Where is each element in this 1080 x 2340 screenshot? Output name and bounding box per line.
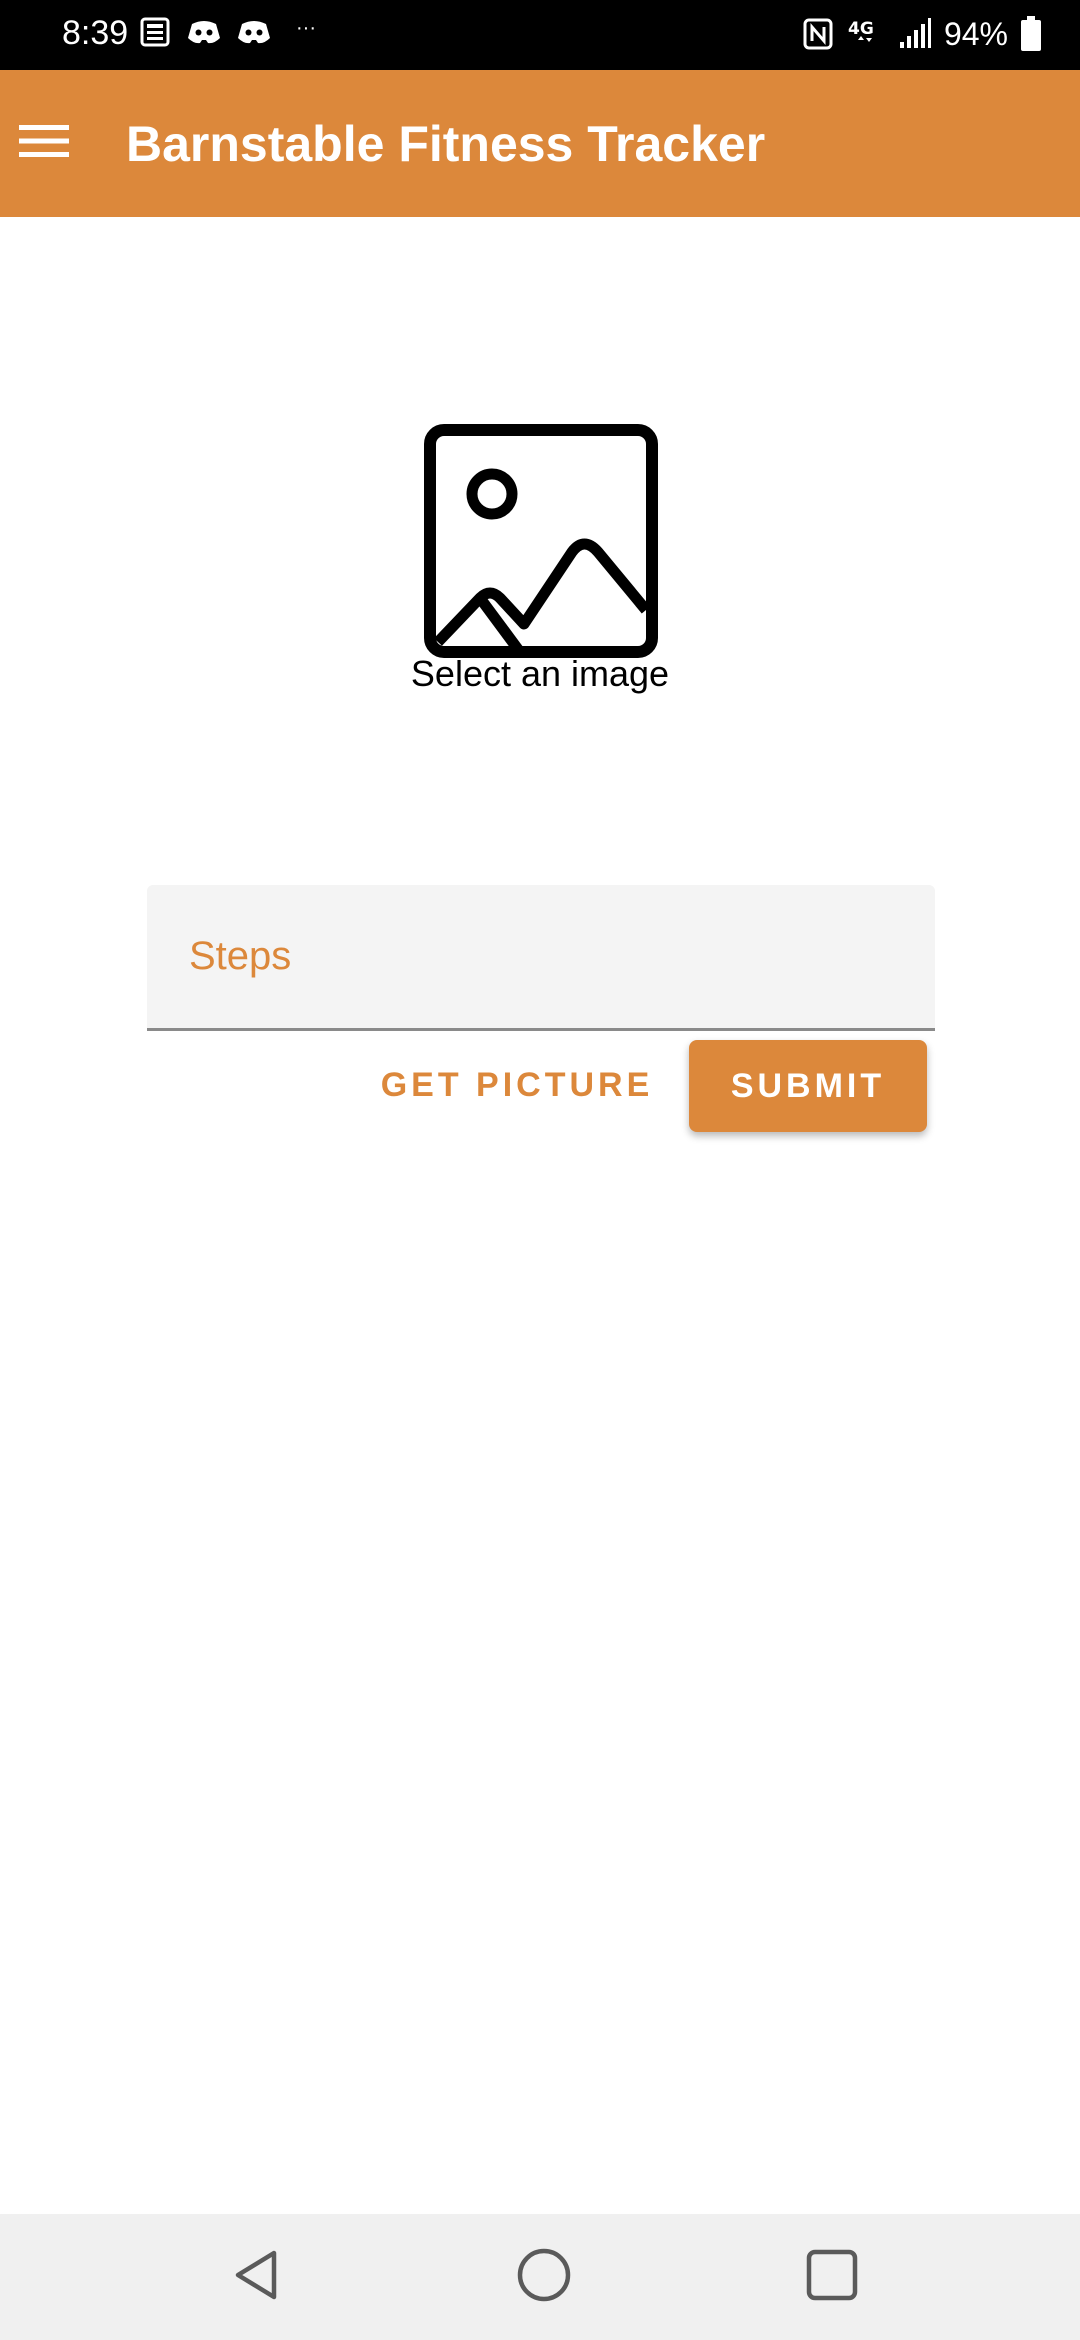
home-circle-icon [515, 2246, 573, 2309]
image-placeholder-icon [424, 424, 658, 658]
status-time: 8:39 [62, 14, 129, 52]
back-button[interactable] [222, 2242, 292, 2312]
back-triangle-icon [229, 2247, 285, 2308]
status-bar: 8:39 ··· 4G 94% [0, 0, 1080, 70]
submit-button[interactable]: SUBMIT [689, 1040, 927, 1132]
image-picker-label: Select an image [410, 653, 670, 694]
discord-icon [236, 18, 272, 48]
svg-text:4G: 4G [848, 19, 874, 39]
get-picture-button[interactable]: GET PICTURE [372, 1040, 662, 1130]
notification-icons: ··· [138, 16, 316, 50]
steps-field [147, 885, 935, 1031]
app-bar: Barnstable Fitness Tracker [0, 70, 1080, 217]
more-dots-icon: ··· [296, 16, 316, 39]
discord-icon [186, 18, 222, 48]
app-title: Barnstable Fitness Tracker [126, 116, 766, 172]
network-4g-icon: 4G [846, 16, 886, 52]
steps-input[interactable] [147, 885, 935, 1028]
image-picker[interactable]: Select an image [390, 420, 690, 720]
system-status-icons: 4G 94% [802, 14, 1042, 54]
battery-icon [1020, 16, 1042, 52]
nfc-icon [802, 17, 834, 51]
menu-button[interactable] [12, 108, 76, 178]
home-button[interactable] [509, 2242, 579, 2312]
recents-square-icon [804, 2247, 860, 2308]
signal-icon [898, 18, 932, 50]
news-icon [138, 16, 172, 50]
navigation-bar [0, 2214, 1080, 2340]
recents-button[interactable] [797, 2242, 867, 2312]
battery-percent: 94% [943, 16, 1008, 52]
hamburger-menu-icon [19, 123, 69, 164]
